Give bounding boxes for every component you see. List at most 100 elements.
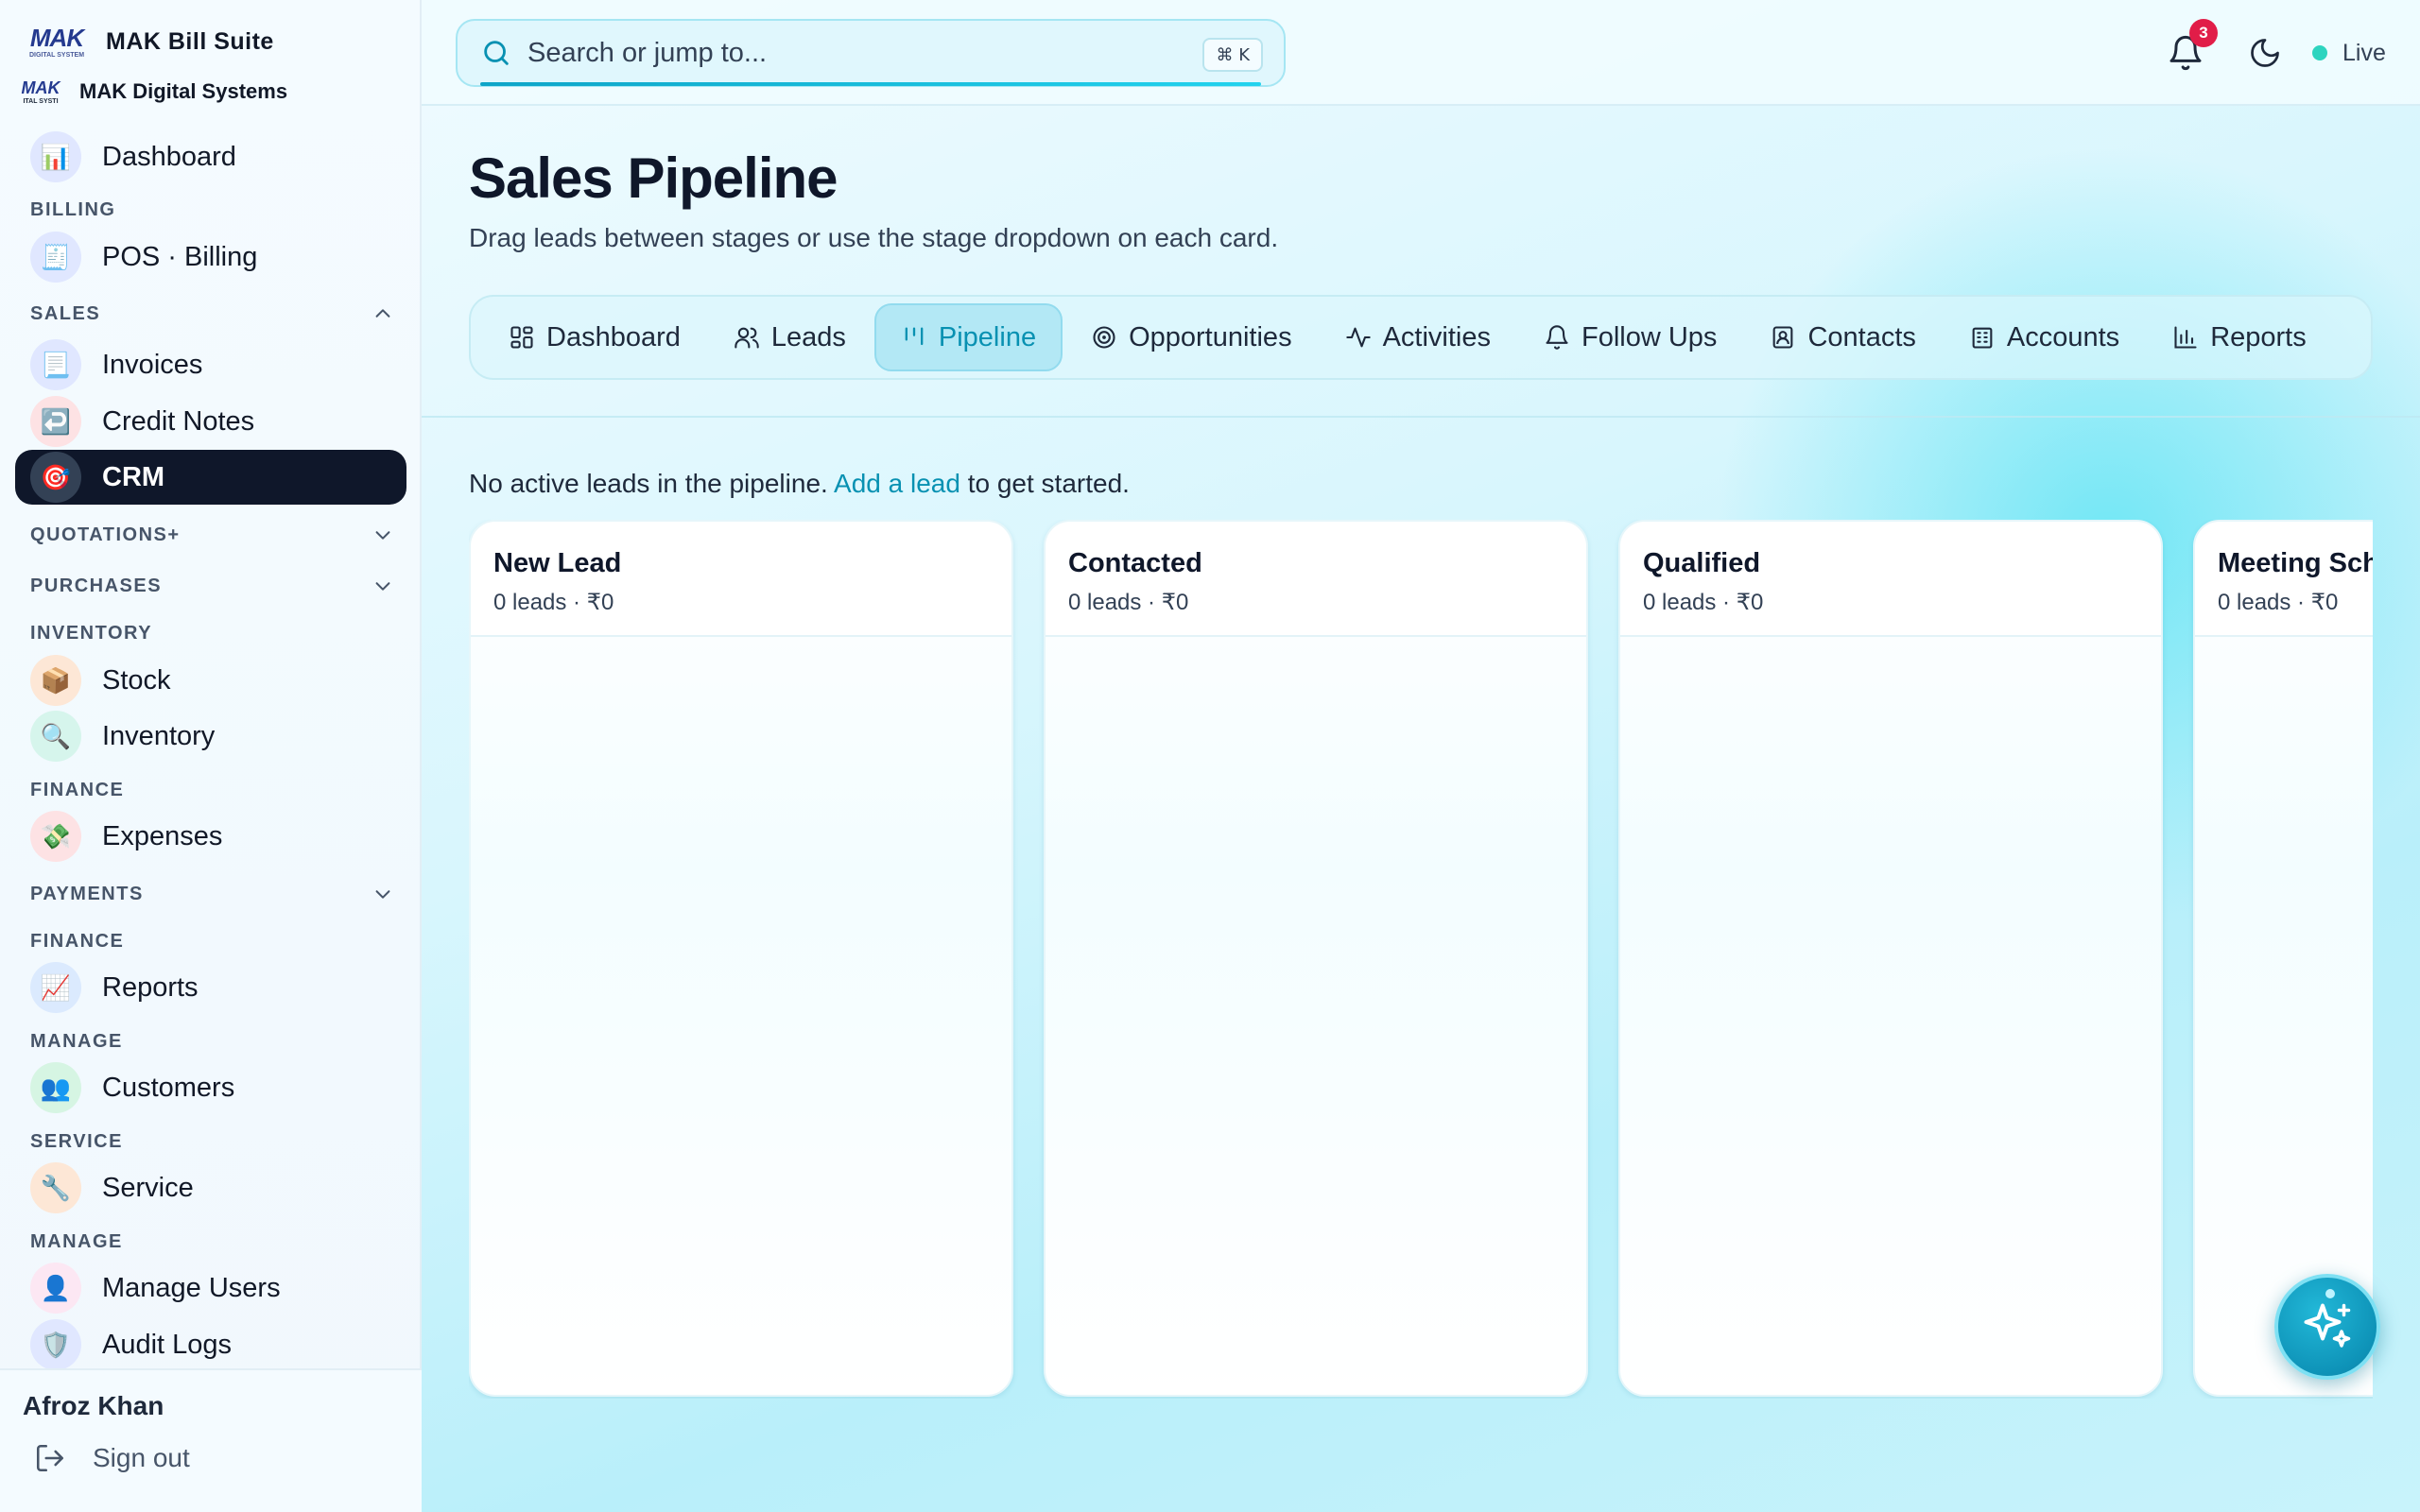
tab-activities[interactable]: Activities — [1321, 303, 1515, 371]
column-header: Qualified 0 leads · ₹0 — [1620, 522, 2161, 637]
user-name: Afroz Khan — [23, 1391, 164, 1420]
return-arrow-icon: ↩️ — [30, 396, 81, 447]
sidebar-item-dashboard[interactable]: 📊 Dashboard — [15, 129, 406, 184]
sparkles-icon — [2304, 1303, 2351, 1348]
tab-follow-ups[interactable]: Follow Ups — [1519, 303, 1741, 371]
tab-label: Follow Ups — [1582, 321, 1718, 352]
section-service: SERVICE — [30, 1130, 123, 1152]
sidebar-item-stock[interactable]: 📦 Stock — [15, 653, 406, 708]
sidebar-item-service[interactable]: 🔧 Service — [15, 1160, 406, 1215]
sidebar-item-label: Service — [102, 1172, 194, 1203]
bell-icon — [1546, 325, 1568, 350]
empty-pipeline-message: No active leads in the pipeline. Add a l… — [469, 469, 1130, 499]
sidebar-item-invoices[interactable]: 📃 Invoices — [15, 337, 406, 392]
pulse-icon — [1345, 327, 1371, 348]
column-title: Qualified — [1643, 548, 1761, 578]
package-icon: 📦 — [30, 655, 81, 706]
tab-label: Activities — [1382, 321, 1491, 352]
section-payments[interactable]: PAYMENTS — [30, 880, 393, 908]
sidebar-item-label: Dashboard — [102, 141, 236, 172]
column-title: New Lead — [493, 548, 622, 578]
sidebar-item-label: Invoices — [102, 349, 203, 380]
pipeline-column-new-lead[interactable]: New Lead 0 leads · ₹0 — [469, 520, 1013, 1397]
kanban-icon — [905, 327, 924, 346]
org-name: MAK Digital Systems — [79, 79, 288, 103]
sidebar-item-manage-users[interactable]: 👤 Manage Users — [15, 1261, 406, 1315]
sidebar-item-label: Expenses — [102, 820, 223, 851]
sidebar-item-label: Inventory — [102, 720, 216, 751]
sidebar-item-expenses[interactable]: 💸 Expenses — [15, 809, 406, 864]
tab-label: Leads — [770, 321, 846, 352]
tab-opportunities[interactable]: Opportunities — [1066, 303, 1317, 371]
money-icon: 💸 — [30, 811, 81, 862]
section-billing: BILLING — [30, 198, 116, 220]
sidebar-item-label: Customers — [102, 1072, 235, 1103]
section-finance: FINANCE — [30, 779, 125, 800]
grid-icon — [510, 326, 533, 349]
divider — [422, 416, 2420, 418]
tab-accounts[interactable]: Accounts — [1945, 303, 2144, 371]
sidebar-item-credit-notes[interactable]: ↩️ Credit Notes — [15, 394, 406, 449]
sidebar-item-audit-logs[interactable]: 🛡️ Audit Logs — [15, 1317, 406, 1372]
brand-logo-text: MAK — [29, 23, 84, 52]
sidebar: MAK DIGITAL SYSTEM MAK Bill Suite MAK IT… — [0, 0, 422, 1512]
sidebar-item-label: POS · Billing — [102, 241, 258, 272]
wrench-icon: 🔧 — [30, 1162, 81, 1213]
sidebar-footer: Afroz Khan Sign out — [0, 1368, 422, 1512]
tab-contacts[interactable]: Contacts — [1745, 303, 1940, 371]
tab-dashboard[interactable]: Dashboard — [484, 303, 705, 371]
org-switcher[interactable]: MAK ITAL SYSTI MAK Digital Systems — [17, 72, 288, 112]
column-header: Contacted 0 leads · ₹0 — [1046, 522, 1586, 637]
brand-title: MAK Bill Suite — [106, 27, 274, 55]
search-input[interactable]: Search or jump to... ⌘ K — [456, 19, 1286, 87]
add-lead-link[interactable]: Add a lead — [834, 469, 960, 498]
tab-label: Dashboard — [546, 321, 681, 352]
ai-assistant-button[interactable] — [2274, 1274, 2380, 1380]
notification-count-badge: 3 — [2189, 19, 2218, 47]
sidebar-item-pos-billing[interactable]: 🧾 POS · Billing — [15, 230, 406, 284]
sidebar-item-crm[interactable]: 🎯 CRM — [15, 450, 406, 505]
page-subtitle: Drag leads between stages or use the sta… — [469, 223, 1279, 252]
pipeline-column-qualified[interactable]: Qualified 0 leads · ₹0 — [1618, 520, 2163, 1397]
empty-message-suffix: to get started. — [959, 469, 1130, 498]
sidebar-item-customers[interactable]: 👥 Customers — [15, 1060, 406, 1115]
sidebar-item-label: Stock — [102, 664, 171, 696]
search-icon — [484, 41, 509, 65]
column-summary: 0 leads · ₹0 — [1643, 590, 1764, 615]
tab-label: Pipeline — [938, 321, 1037, 352]
org-logo-text: MAK — [21, 77, 60, 97]
topbar: Search or jump to... ⌘ K 3 Live — [422, 0, 2420, 106]
tab-pipeline[interactable]: Pipeline — [873, 303, 1063, 371]
pipeline-column-meeting-scheduled[interactable]: Meeting Sch 0 leads · ₹0 — [2193, 520, 2373, 1397]
sidebar-item-inventory[interactable]: 🔍 Inventory — [15, 709, 406, 764]
sidebar-item-label: Reports — [102, 971, 199, 1003]
column-summary: 0 leads · ₹0 — [1068, 590, 1189, 615]
users-icon — [735, 327, 759, 349]
tab-reports[interactable]: Reports — [2148, 303, 2331, 371]
building-icon — [1972, 327, 1993, 349]
section-manage-2: MANAGE — [30, 1230, 123, 1252]
search-placeholder: Search or jump to... — [527, 37, 768, 68]
brand-logo: MAK DIGITAL SYSTEM — [21, 23, 93, 60]
section-sales[interactable]: SALES — [30, 300, 393, 328]
live-status: Live — [2312, 34, 2386, 72]
pipeline-column-contacted[interactable]: Contacted 0 leads · ₹0 — [1044, 520, 1588, 1397]
column-header: Meeting Sch 0 leads · ₹0 — [2195, 522, 2373, 637]
brand[interactable]: MAK DIGITAL SYSTEM MAK Bill Suite — [21, 21, 274, 62]
page-title: Sales Pipeline — [469, 146, 838, 210]
chevron-down-icon — [375, 890, 390, 899]
sidebar-item-reports[interactable]: 📈 Reports — [15, 960, 406, 1015]
sign-out-button[interactable]: Sign out — [34, 1442, 190, 1474]
sidebar-item-label: Manage Users — [102, 1272, 281, 1303]
chevron-down-icon — [375, 531, 390, 540]
tab-label: Opportunities — [1129, 321, 1292, 352]
tab-leads[interactable]: Leads — [709, 303, 871, 371]
contact-card-icon — [1773, 326, 1793, 349]
bar-chart-icon — [2174, 326, 2197, 349]
magnifier-icon: 🔍 — [30, 711, 81, 762]
receipt-icon: 📃 — [30, 339, 81, 390]
section-quotations[interactable]: QUOTATIONS+ — [30, 521, 393, 549]
trend-chart-icon: 📈 — [30, 962, 81, 1013]
section-purchases[interactable]: PURCHASES — [30, 572, 393, 600]
moon-icon[interactable] — [2248, 36, 2282, 70]
